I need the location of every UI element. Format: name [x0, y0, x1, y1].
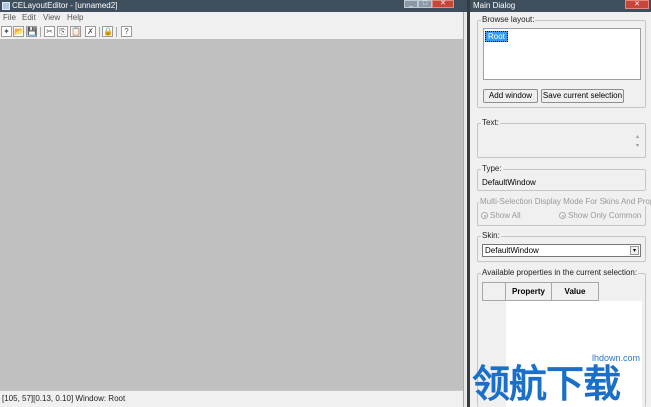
copy-icon[interactable]: ⎘ — [57, 26, 68, 37]
maximize-button[interactable]: □ — [418, 0, 432, 8]
editor-title-bar[interactable]: CELayoutEditor - [unnamed2] _ □ ✕ — [0, 0, 467, 12]
toolbar-separator — [40, 27, 41, 37]
skin-label: Skin: — [481, 231, 501, 240]
close-button[interactable]: ✕ — [432, 0, 454, 8]
browse-layout-label: Browse layout: — [481, 15, 536, 24]
type-group: Type: DefaultWindow — [477, 164, 646, 191]
spin-down-icon[interactable]: ▾ — [634, 143, 641, 150]
show-only-common-label: Show Only Common — [568, 211, 642, 220]
watermark-text: 领航下载 — [472, 364, 621, 406]
toolbar: ✦ 📂 💾 ✂ ⎘ 📋 ✗ 🔒 ? — [0, 24, 467, 40]
column-header-value[interactable]: Value — [551, 282, 599, 301]
minimize-button[interactable]: _ — [404, 0, 418, 8]
layout-tree[interactable]: Root — [483, 28, 641, 80]
new-icon[interactable]: ✦ — [1, 26, 12, 37]
dialog-title: Main Dialog — [473, 1, 516, 10]
properties-label: Available properties in the current sele… — [481, 268, 639, 277]
open-icon[interactable]: 📂 — [13, 26, 24, 37]
lock-icon[interactable]: 🔒 — [102, 26, 113, 37]
multi-selection-label: Multi-Selection Display Mode For Skins A… — [479, 197, 651, 206]
skin-value: DefaultWindow — [485, 246, 539, 255]
spin-up-icon[interactable]: ▴ — [634, 134, 641, 141]
text-field[interactable]: ▴ ▾ — [482, 129, 642, 155]
paste-icon[interactable]: 📋 — [70, 26, 81, 37]
menu-view[interactable]: View — [43, 13, 60, 22]
watermark: lhdown.com 领航下载 — [468, 350, 651, 407]
toolbar-separator — [99, 27, 100, 37]
column-header-property[interactable]: Property — [505, 282, 552, 301]
dialog-title-bar[interactable]: Main Dialog ✕ — [470, 0, 651, 12]
menu-help[interactable]: Help — [67, 13, 83, 22]
status-bar: [105, 57][0.13, 0.10] Window: Root — [0, 390, 463, 407]
add-window-button[interactable]: Add window — [483, 89, 538, 103]
status-text: [105, 57][0.13, 0.10] Window: Root — [2, 394, 126, 403]
text-label: Text: — [481, 118, 500, 127]
layout-canvas[interactable] — [0, 40, 463, 390]
dialog-close-button[interactable]: ✕ — [625, 0, 649, 9]
save-selection-button[interactable]: Save current selection — [541, 89, 624, 103]
type-label: Type: — [481, 164, 503, 173]
type-value: DefaultWindow — [482, 178, 536, 187]
radio-dot — [483, 214, 486, 217]
window-border — [463, 12, 467, 407]
editor-title: CELayoutEditor - [unnamed2] — [12, 1, 118, 10]
tree-item-root[interactable]: Root — [485, 31, 508, 42]
cut-icon[interactable]: ✂ — [44, 26, 55, 37]
watermark-url: lhdown.com — [590, 353, 643, 363]
menu-bar: File Edit View Help — [0, 12, 467, 24]
app-icon — [2, 2, 10, 10]
show-only-common-radio[interactable] — [559, 212, 566, 219]
menu-file[interactable]: File — [3, 13, 16, 22]
menu-edit[interactable]: Edit — [22, 13, 36, 22]
save-icon[interactable]: 💾 — [26, 26, 37, 37]
row-header-corner — [482, 282, 506, 301]
delete-icon[interactable]: ✗ — [85, 26, 96, 37]
show-all-radio[interactable] — [481, 212, 488, 219]
skin-dropdown[interactable]: DefaultWindow ▾ — [482, 244, 641, 257]
radio-dot — [561, 214, 564, 217]
toolbar-separator — [116, 27, 117, 37]
window-controls: _ □ ✕ — [404, 0, 454, 8]
help-icon[interactable]: ? — [121, 26, 132, 37]
chevron-down-icon[interactable]: ▾ — [630, 246, 639, 255]
show-all-label: Show All — [490, 211, 521, 220]
